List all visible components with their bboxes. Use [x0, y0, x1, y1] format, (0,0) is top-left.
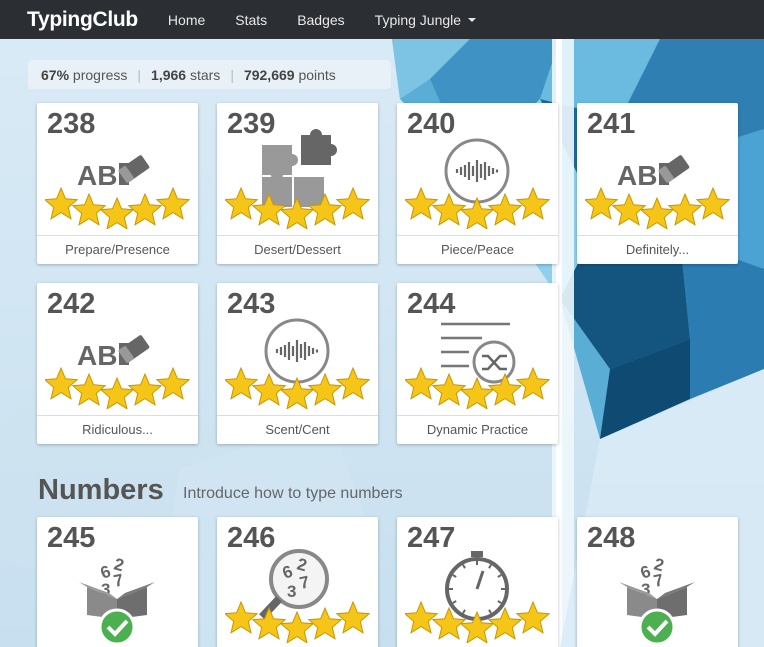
lesson-card[interactable]: 243 Scent/Cent [217, 283, 378, 444]
divider: | [137, 66, 142, 83]
top-navbar: TypingClub Home Stats Badges Typing Jung… [0, 0, 764, 39]
star-icon [155, 186, 190, 220]
five-stars-rating [405, 366, 550, 409]
lesson-card[interactable]: 242 AB Ridiculous... [37, 283, 198, 444]
five-stars-rating [405, 600, 550, 643]
five-stars-rating [225, 366, 370, 409]
nav-stats[interactable]: Stats [235, 12, 267, 28]
star-icon [515, 600, 550, 634]
lesson-card[interactable]: 239 Desert/Dessert [217, 103, 378, 264]
star-icon [667, 192, 703, 226]
svg-text:7: 7 [652, 570, 665, 591]
star-icon [459, 196, 495, 229]
star-icon [515, 366, 550, 400]
lesson-label: Prepare/Presence [37, 235, 198, 264]
star-icon [487, 372, 523, 406]
progress-summary: 67% progress | 1,966 stars | 792,669 poi… [28, 60, 391, 89]
nav-typing-jungle[interactable]: Typing Jungle [374, 11, 477, 28]
lesson-card[interactable]: 247 [397, 517, 558, 647]
points-label: points [298, 66, 336, 83]
lesson-label: Ridiculous... [37, 415, 198, 444]
lesson-label: Dynamic Practice [397, 415, 558, 444]
star-icon [307, 372, 343, 406]
nav-badges[interactable]: Badges [297, 12, 344, 28]
star-icon [279, 196, 315, 229]
progress-percent: 67% [41, 66, 70, 83]
star-icon [335, 366, 370, 400]
typingclub-logo[interactable]: TypingClub [27, 8, 138, 32]
star-icon [279, 376, 315, 409]
star-icon [225, 366, 259, 400]
star-icon [695, 186, 730, 220]
five-stars-rating [225, 600, 370, 643]
star-icon [45, 366, 79, 400]
nav-home[interactable]: Home [168, 12, 205, 28]
lesson-card[interactable]: 244 Dynamic Practice [397, 283, 558, 444]
caret-down-icon [468, 17, 477, 22]
star-icon [405, 366, 439, 400]
lesson-card[interactable]: 241 AB Definitely... [577, 103, 738, 264]
five-stars-rating [45, 186, 190, 229]
stars-count: 1,966 [151, 66, 187, 83]
five-stars-rating [585, 186, 730, 229]
svg-text:7: 7 [112, 570, 125, 591]
star-icon [155, 366, 190, 400]
nav-typing-jungle-label: Typing Jungle [374, 11, 462, 28]
star-icon [99, 196, 135, 229]
star-icon [639, 196, 675, 229]
section-title: Numbers [38, 474, 164, 506]
star-icon [307, 606, 343, 640]
number-box-check-icon: 6 2 3 7 [37, 517, 198, 647]
lesson-card[interactable]: 245 6 2 3 7 [37, 517, 198, 647]
star-icon [459, 376, 495, 409]
star-icon [335, 186, 370, 220]
star-icon [127, 372, 163, 406]
star-icon [45, 186, 79, 220]
star-icon [585, 186, 619, 220]
five-stars-rating [45, 366, 190, 409]
lesson-card[interactable]: 240 Piece/Peace [397, 103, 558, 264]
lesson-label: Scent/Cent [217, 415, 378, 444]
lesson-card[interactable]: 238 AB Prepare/Presence [37, 103, 198, 264]
star-icon [225, 600, 259, 634]
number-box-check-icon: 6 2 3 7 [577, 517, 738, 647]
star-icon [279, 610, 315, 643]
star-icon [459, 610, 495, 643]
lesson-label: Definitely... [577, 235, 738, 264]
points-count: 792,669 [243, 66, 295, 83]
star-icon [225, 186, 259, 220]
section-subtitle: Introduce how to type numbers [183, 485, 403, 502]
progress-percent-label: progress [72, 66, 128, 83]
lesson-label: Piece/Peace [397, 235, 558, 264]
five-stars-rating [405, 186, 550, 229]
lesson-label: Desert/Dessert [217, 235, 378, 264]
lesson-card[interactable]: 248 6 2 3 7 [577, 517, 738, 647]
star-icon [405, 186, 439, 220]
star-icon [487, 192, 523, 226]
star-icon [405, 600, 439, 634]
star-icon [335, 600, 370, 634]
divider: | [230, 66, 234, 83]
five-stars-rating [225, 186, 370, 229]
star-icon [515, 186, 550, 220]
lesson-card[interactable]: 246 6 2 3 7 [217, 517, 378, 647]
star-icon [127, 192, 163, 226]
stars-label: stars [189, 66, 221, 83]
star-icon [487, 606, 523, 640]
star-icon [99, 376, 135, 409]
star-icon [307, 192, 343, 226]
